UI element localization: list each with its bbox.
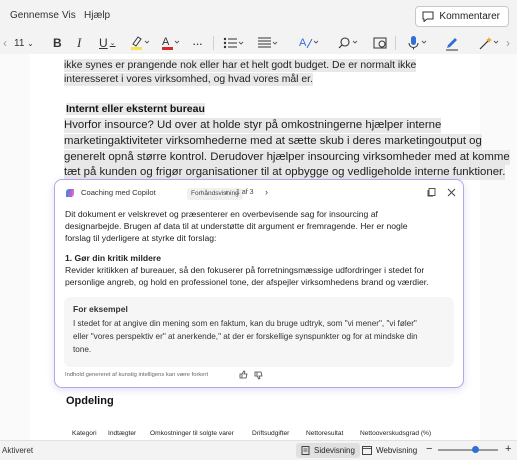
zoom-in-button[interactable]: +: [505, 443, 511, 455]
image-button[interactable]: [373, 34, 389, 52]
heading-internal-external[interactable]: Internt eller eksternt bureau: [66, 103, 205, 115]
suggestion-title: 1. Gør din kritik mildere: [65, 253, 161, 263]
underline-button[interactable]: U ⌄: [99, 34, 116, 52]
highlighter-icon: [131, 36, 149, 50]
table-header[interactable]: Indtægter: [108, 430, 136, 437]
web-view-icon: [362, 446, 372, 455]
thumbs-up-icon[interactable]: [239, 370, 248, 379]
suggestion-line: Revider kritikken af bureauer, så den fo…: [65, 265, 425, 275]
para2-line[interactable]: generelt opnå større kontrol. Derudover …: [64, 150, 510, 165]
microphone-icon: [408, 36, 427, 50]
svg-text:A: A: [162, 36, 170, 48]
underline-glyph: U: [99, 36, 108, 50]
styles-button[interactable]: A: [298, 34, 320, 52]
thumbs-down-icon[interactable]: [254, 371, 263, 380]
para1-line[interactable]: interesseret i vores virksomhed, og hvad…: [64, 73, 313, 86]
heading-opdeling[interactable]: Opdeling: [66, 395, 114, 407]
font-color-button[interactable]: A: [160, 34, 180, 52]
toolbar-scroll-right[interactable]: ›: [506, 34, 510, 52]
page-view-label: Sidevisning: [314, 446, 355, 455]
web-view-label: Webvisning: [376, 446, 418, 455]
svg-text:A: A: [299, 37, 307, 49]
pen-icon: [446, 38, 458, 51]
example-box: For eksempel I stedet for at angive din …: [64, 297, 454, 367]
bullet-list-icon: [223, 37, 244, 49]
table-header[interactable]: Nettooverskudsgrad (%): [360, 430, 431, 437]
para1-line[interactable]: ikke synes er prangende nok eller har et…: [64, 59, 417, 72]
comment-icon: [422, 11, 434, 22]
status-bar: Aktiveret Sidevisning Webvisning − +: [0, 440, 517, 460]
previous-suggestion-button[interactable]: ‹: [225, 187, 228, 197]
preview-badge: Forhåndsvisning: [187, 188, 243, 200]
zoom-thumb[interactable]: [471, 446, 479, 453]
table-header[interactable]: Nettoresultat: [306, 430, 343, 437]
more-formatting-button[interactable]: ···: [192, 34, 203, 52]
example-title: For eksempel: [73, 304, 128, 314]
menu-vis[interactable]: Vis: [62, 10, 76, 21]
comments-label: Kommentarer: [439, 11, 500, 22]
align-icon: [258, 37, 278, 48]
image-icon: [373, 37, 387, 49]
intro-line: forslag til yderligere at styrke dit for…: [65, 233, 217, 243]
suggestion-pager: 1 af 3: [236, 189, 254, 196]
copy-icon[interactable]: [427, 188, 436, 197]
ai-disclaimer: Indhold genereret af kunstig intelligens…: [65, 372, 209, 378]
menu-hjaelp[interactable]: Hjælp: [84, 10, 110, 21]
toolbar-divider: [213, 36, 214, 50]
font-size-value: 11: [14, 37, 25, 49]
suggestion-line: personlige angreb, og hold en profession…: [65, 277, 429, 287]
dictate-button[interactable]: [407, 34, 429, 52]
bullets-button[interactable]: [223, 34, 245, 52]
example-line: I stedet for at angive din mening som en…: [73, 319, 417, 328]
toolbar-divider: [395, 36, 396, 50]
styles-icon: A: [299, 37, 319, 49]
align-button[interactable]: [257, 34, 279, 52]
example-line: tone.: [73, 345, 92, 354]
page-view-button[interactable]: Sidevisning: [296, 443, 360, 458]
page-view-icon: [301, 446, 310, 455]
comments-button[interactable]: Kommentarer: [415, 6, 509, 27]
para2-line[interactable]: marketingaktiviteter virksomhederne med …: [64, 134, 482, 149]
para2-line[interactable]: Hvorfor insource? Ud over at holde styr …: [64, 118, 442, 133]
find-button[interactable]: [338, 34, 360, 52]
intro-line: designarbejde. Brugen af data til at und…: [65, 221, 408, 231]
magic-wand-icon: [479, 37, 499, 50]
bold-button[interactable]: B: [53, 34, 62, 52]
menu-gennemse[interactable]: Gennemse: [10, 10, 59, 21]
font-size-select[interactable]: 11 ⌄: [14, 34, 34, 52]
web-view-button[interactable]: Webvisning: [357, 443, 422, 458]
formatting-toolbar: ‹ 11 ⌄ B I U ⌄ A ··· A ›: [0, 32, 517, 54]
next-suggestion-button[interactable]: ›: [265, 187, 268, 197]
font-color-icon: A: [162, 36, 180, 50]
italic-button[interactable]: I: [77, 34, 81, 52]
status-text: Aktiveret: [2, 446, 34, 455]
table-header[interactable]: Driftsudgifter: [252, 430, 289, 437]
close-icon[interactable]: [447, 188, 456, 197]
para2-line[interactable]: tæt på kunden og frigør organisationer t…: [64, 165, 506, 180]
intro-line: Dit dokument er velskrevet og præsentere…: [65, 209, 378, 219]
search-icon: [338, 37, 358, 49]
copilot-coaching-card: Coaching med Copilot Forhåndsvisning ‹ 1…: [54, 179, 464, 388]
editor-button[interactable]: [444, 34, 460, 52]
designer-button[interactable]: [478, 34, 500, 52]
chevron-down-icon: ⌄: [27, 38, 34, 48]
zoom-slider[interactable]: [438, 446, 498, 453]
toolbar-scroll-left[interactable]: ‹: [0, 34, 10, 52]
table-header[interactable]: Omkostninger til solgte varer: [150, 430, 234, 437]
chevron-down-icon: ⌄: [109, 40, 116, 47]
table-header[interactable]: Kategori: [72, 430, 97, 437]
zoom-out-button[interactable]: −: [426, 443, 432, 455]
menubar: Gennemse Vis Hjælp Kommentarer: [0, 0, 517, 32]
example-line: eller "vores perspektiv er" at anerkende…: [73, 332, 418, 341]
copilot-icon: [66, 189, 74, 197]
copilot-title: Coaching med Copilot: [81, 188, 156, 197]
highlight-button[interactable]: [129, 34, 149, 52]
